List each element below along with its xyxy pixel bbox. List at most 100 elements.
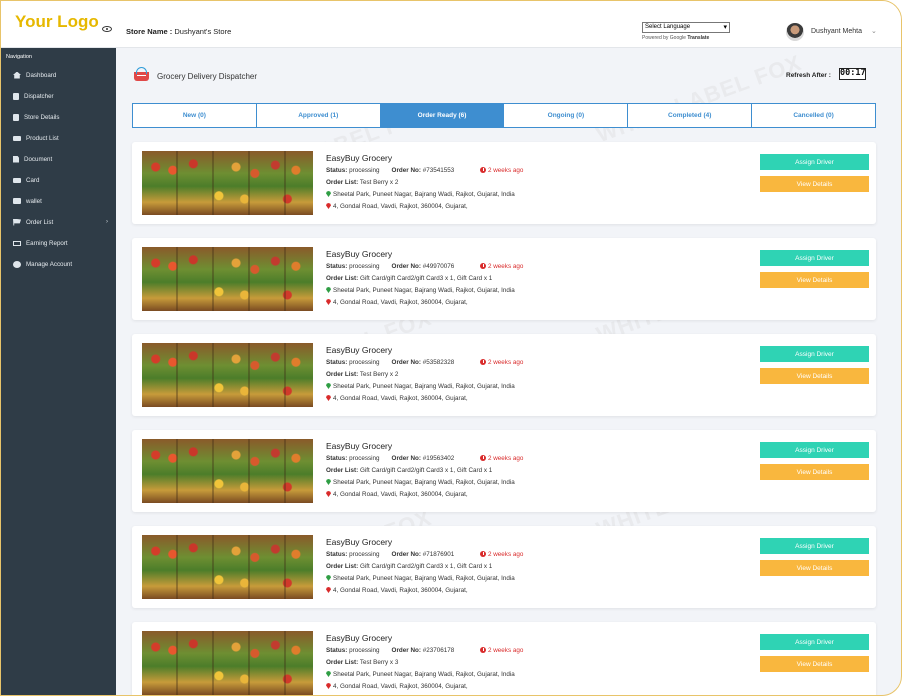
powered-translate: Translate <box>687 35 710 41</box>
time-ago-text: 2 weeks ago <box>488 455 524 462</box>
order-store-name: EasyBuy Grocery <box>326 633 393 643</box>
order-number: #73541553 <box>422 167 455 174</box>
pickup-address-text: Sheetal Park, Puneet Nagar, Bajrang Wadi… <box>333 191 515 198</box>
view-details-button[interactable]: View Details <box>760 368 869 384</box>
order-store-name: EasyBuy Grocery <box>326 441 393 451</box>
location-pin-icon <box>326 491 331 497</box>
avatar[interactable] <box>786 23 804 41</box>
sidebar-item-label: Order List <box>26 218 54 226</box>
order-status: processing <box>349 455 380 462</box>
clipboard-icon <box>13 92 19 100</box>
order-list-label: Order List: <box>326 659 359 666</box>
assign-driver-button[interactable]: Assign Driver <box>760 634 869 650</box>
sidebar-item-earning-report[interactable]: Earning Report <box>1 233 116 253</box>
chevron-down-icon[interactable]: ⌄ <box>871 27 877 35</box>
order-card: EasyBuy Grocery Status: processing Order … <box>132 334 876 416</box>
order-store-name: EasyBuy Grocery <box>326 249 393 259</box>
refresh-timer: 00:17 <box>839 68 866 80</box>
language-select[interactable]: Select Language <box>642 22 730 33</box>
sidebar-item-label: Dispatcher <box>24 92 54 100</box>
location-pin-icon <box>326 287 331 293</box>
order-no-label: Order No: <box>391 359 421 366</box>
order-items: Test Berry x 3 <box>359 659 399 666</box>
time-ago-text: 2 weeks ago <box>488 359 524 366</box>
order-status: processing <box>349 359 380 366</box>
order-card: EasyBuy Grocery Status: processing Order … <box>132 526 876 608</box>
sidebar-item-document[interactable]: Document <box>1 149 116 169</box>
sidebar-item-dashboard[interactable]: Dashboard <box>1 65 116 85</box>
order-no-label: Order No: <box>391 167 421 174</box>
assign-driver-button[interactable]: Assign Driver <box>760 154 869 170</box>
view-details-button[interactable]: View Details <box>760 176 869 192</box>
app-frame: Your Logo Store Name : Dushyant's Store … <box>0 0 902 696</box>
view-details-button[interactable]: View Details <box>760 464 869 480</box>
sidebar-item-product-list[interactable]: Product List <box>1 128 116 148</box>
user-name[interactable]: Dushyant Mehta <box>811 28 862 35</box>
tab-completed[interactable]: Completed (4) <box>628 104 753 127</box>
order-card: EasyBuy Grocery Status: processing Order … <box>132 622 876 695</box>
tab-ongoing[interactable]: Ongoing (0) <box>504 104 629 127</box>
order-store-name: EasyBuy Grocery <box>326 345 393 355</box>
order-number: #49970076 <box>422 263 455 270</box>
pickup-address-text: Sheetal Park, Puneet Nagar, Bajrang Wadi… <box>333 575 515 582</box>
order-status-line: Status: processing Order No: #73541553 <box>326 167 454 174</box>
order-items-line: Order List: Gift Card/gift Card2/gift Ca… <box>326 275 492 282</box>
clock-icon <box>480 359 486 365</box>
location-pin-icon <box>326 191 331 197</box>
dropoff-address-text: 4, Gondal Road, Vavdi, Rajkot, 360004, G… <box>333 587 468 594</box>
time-ago-text: 2 weeks ago <box>488 551 524 558</box>
powered-google: Google <box>669 35 686 41</box>
sidebar-item-label: Card <box>26 176 40 184</box>
order-store-name: EasyBuy Grocery <box>326 537 393 547</box>
status-label: Status: <box>326 455 348 462</box>
sidebar-item-manage-account[interactable]: Manage Account <box>1 254 116 274</box>
document-icon <box>13 155 19 163</box>
location-pin-icon <box>326 575 331 581</box>
dropoff-address: 4, Gondal Road, Vavdi, Rajkot, 360004, G… <box>326 203 468 210</box>
assign-driver-button[interactable]: Assign Driver <box>760 250 869 266</box>
pickup-address: Sheetal Park, Puneet Nagar, Bajrang Wadi… <box>326 671 515 678</box>
view-details-button[interactable]: View Details <box>760 272 869 288</box>
sidebar-item-wallet[interactable]: wallet <box>1 191 116 211</box>
view-details-button[interactable]: View Details <box>760 656 869 672</box>
order-status-line: Status: processing Order No: #49970076 <box>326 263 454 270</box>
order-list-label: Order List: <box>326 275 359 282</box>
pickup-address: Sheetal Park, Puneet Nagar, Bajrang Wadi… <box>326 383 515 390</box>
tab-new[interactable]: New (0) <box>133 104 257 127</box>
pickup-address: Sheetal Park, Puneet Nagar, Bajrang Wadi… <box>326 479 515 486</box>
order-time-ago: 2 weeks ago <box>480 263 523 270</box>
grocery-image <box>142 247 313 311</box>
refresh-label: Refresh After : <box>786 72 831 79</box>
cart-icon <box>13 218 21 226</box>
order-status-line: Status: processing Order No: #53582328 <box>326 359 454 366</box>
assign-driver-button[interactable]: Assign Driver <box>760 442 869 458</box>
assign-driver-button[interactable]: Assign Driver <box>760 538 869 554</box>
sidebar-item-card[interactable]: Card <box>1 170 116 190</box>
order-number: #53582328 <box>422 359 455 366</box>
tab-cancelled[interactable]: Cancelled (0) <box>752 104 875 127</box>
grocery-image <box>142 631 313 695</box>
dropoff-address: 4, Gondal Road, Vavdi, Rajkot, 360004, G… <box>326 683 468 690</box>
store-name-label: Store Name : <box>126 27 173 36</box>
order-items-line: Order List: Gift Card/gift Card2/gift Ca… <box>326 563 492 570</box>
order-no-label: Order No: <box>391 263 421 270</box>
eye-icon[interactable] <box>102 26 112 32</box>
dropoff-address: 4, Gondal Road, Vavdi, Rajkot, 360004, G… <box>326 491 468 498</box>
tab-order-ready[interactable]: Order Ready (6) <box>380 104 505 127</box>
order-number: #19563402 <box>422 455 455 462</box>
sidebar-item-order-list[interactable]: Order List › <box>1 212 116 232</box>
pickup-address-text: Sheetal Park, Puneet Nagar, Bajrang Wadi… <box>333 383 515 390</box>
tab-approved[interactable]: Approved (1) <box>257 104 381 127</box>
order-items-line: Order List: Test Berry x 2 <box>326 179 398 186</box>
assign-driver-button[interactable]: Assign Driver <box>760 346 869 362</box>
store-name-value: Dushyant's Store <box>174 27 232 36</box>
view-details-button[interactable]: View Details <box>760 560 869 576</box>
sidebar-item-store-details[interactable]: Store Details <box>1 107 116 127</box>
dropoff-address: 4, Gondal Road, Vavdi, Rajkot, 360004, G… <box>326 395 468 402</box>
sidebar-item-label: Dashboard <box>26 71 57 79</box>
location-pin-icon <box>326 479 331 485</box>
sidebar-item-dispatcher[interactable]: Dispatcher <box>1 86 116 106</box>
clock-icon <box>480 167 486 173</box>
order-card: EasyBuy Grocery Status: processing Order … <box>132 142 876 224</box>
order-items-line: Order List: Gift Card/gift Card2/gift Ca… <box>326 467 492 474</box>
